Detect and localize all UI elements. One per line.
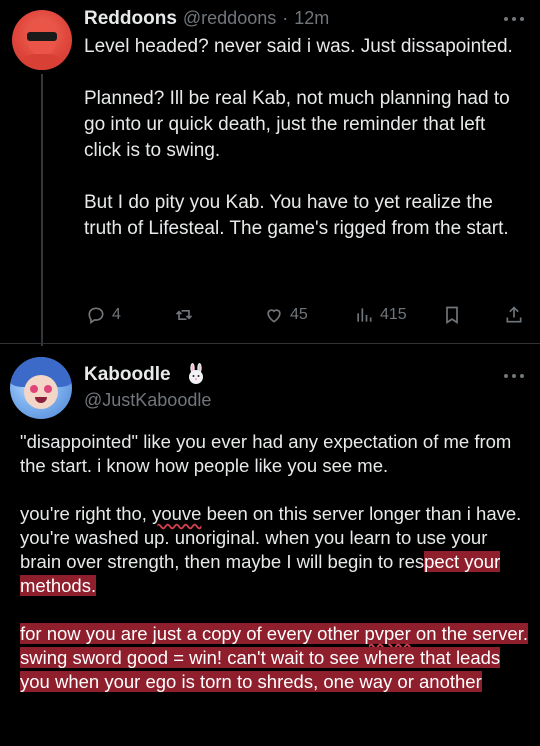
- reply-button[interactable]: 4: [86, 300, 121, 330]
- tweet-reddoons[interactable]: Reddoons @reddoons · 12m Level headed? n…: [0, 0, 540, 346]
- tweet-header: Reddoons @reddoons · 12m: [84, 8, 329, 30]
- tweet-divider: [0, 343, 540, 344]
- retweet-icon: [175, 310, 193, 320]
- views-count: 415: [380, 306, 407, 323]
- views-icon: [357, 308, 372, 322]
- retweet-button[interactable]: [174, 300, 194, 330]
- avatar-eye: [44, 385, 52, 393]
- bunny-icon: [189, 363, 203, 384]
- views-button[interactable]: 415: [354, 300, 407, 330]
- avatar-glasses: [27, 32, 57, 41]
- tweet-paragraph: "disappointed" like you ever had any exp…: [20, 431, 512, 476]
- misspelled-word: youve: [152, 503, 202, 524]
- tweet-text: Level headed? never said i was. Just dis…: [84, 34, 524, 242]
- tweet-paragraph: for now you are just a copy of every oth…: [20, 622, 530, 694]
- misspelled-word: pvper: [364, 623, 411, 644]
- highlighted-text: for now you are just a copy of every oth…: [20, 623, 365, 644]
- handle[interactable]: @reddoons: [183, 8, 276, 29]
- thread-line: [41, 74, 43, 346]
- tweet-paragraph: Planned? Ill be real Kab, not much plann…: [84, 88, 510, 161]
- tweet-paragraph: But I do pity you Kab. You have to yet r…: [84, 192, 509, 239]
- avatar-eye: [30, 385, 38, 393]
- tweet-paragraph: Level headed? never said i was. Just dis…: [84, 36, 513, 57]
- avatar[interactable]: [12, 10, 72, 70]
- like-count: 45: [290, 306, 308, 323]
- reply-icon: [88, 307, 104, 325]
- avatar-body: [20, 54, 64, 70]
- more-icon[interactable]: [502, 370, 526, 382]
- share-button[interactable]: [504, 300, 524, 330]
- timestamp[interactable]: 12m: [294, 8, 329, 29]
- display-name[interactable]: Kaboodle: [84, 364, 171, 386]
- avatar[interactable]: [10, 357, 72, 419]
- reply-count: 4: [112, 306, 121, 323]
- tweet-paragraph: you're right tho, youve been on this ser…: [20, 502, 530, 598]
- bookmark-icon: [446, 306, 458, 325]
- avatar-face: [24, 375, 58, 409]
- handle[interactable]: @JustKaboodle: [84, 390, 211, 411]
- text-segment: you're right tho,: [20, 503, 153, 524]
- bookmark-button[interactable]: [442, 300, 462, 330]
- like-button[interactable]: 45: [264, 300, 308, 330]
- tweet-text: "disappointed" like you ever had any exp…: [20, 430, 530, 694]
- separator: ·: [282, 8, 289, 28]
- like-icon: [267, 309, 281, 323]
- more-icon[interactable]: [502, 13, 526, 25]
- display-name[interactable]: Reddoons: [84, 8, 177, 30]
- action-bar: 4 45 415: [84, 300, 530, 330]
- share-icon: [506, 306, 522, 323]
